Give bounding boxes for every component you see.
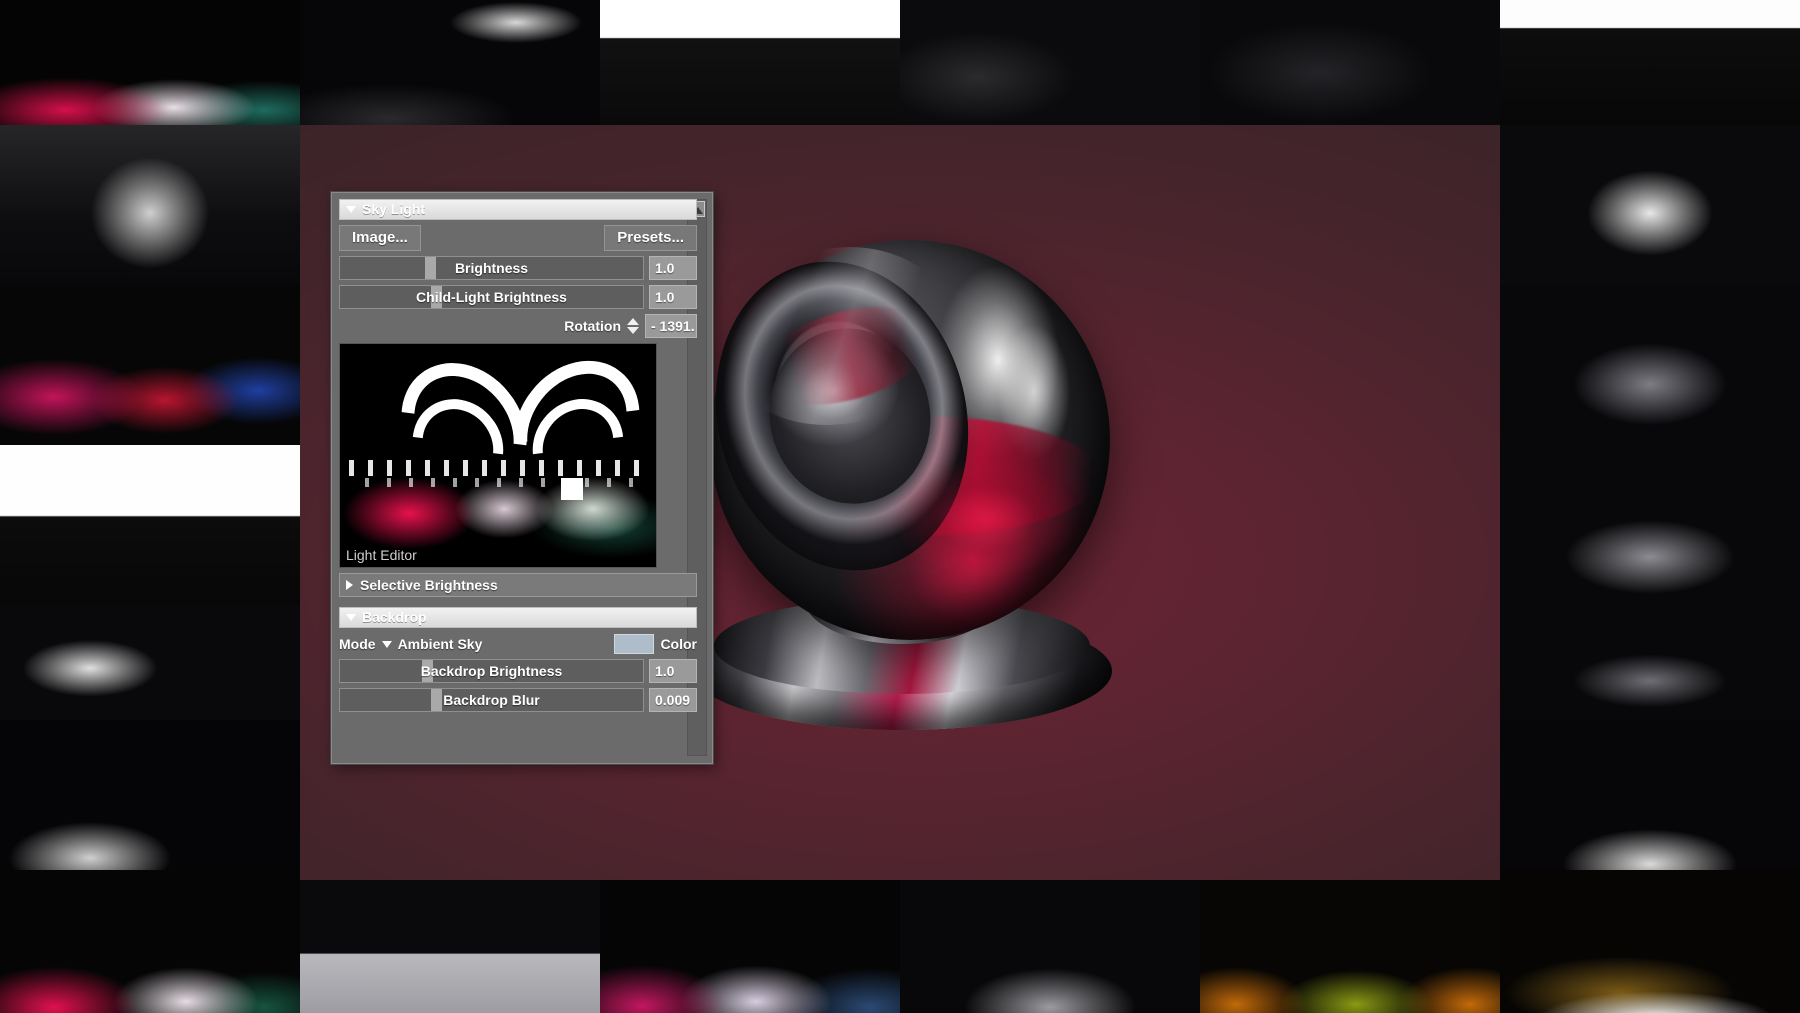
material-preview-viewport[interactable]: Sky Light Image... Presets... Brightness [300,125,1500,880]
child-light-brightness-slider[interactable]: Child-Light Brightness [339,285,644,309]
hdri-thumbnail[interactable] [900,870,1200,1013]
sky-light-properties-panel[interactable]: Sky Light Image... Presets... Brightness [331,192,713,764]
image-button[interactable]: Image... [339,225,421,251]
child-light-brightness-row: Child-Light Brightness 1.0 [339,285,697,309]
light-editor-preview[interactable]: Light Editor [339,343,657,568]
hdri-thumbnail[interactable] [1500,605,1800,720]
brightness-value[interactable]: 1.0 [649,256,697,280]
rotation-spinner[interactable] [627,318,639,334]
backdrop-blur-value[interactable]: 0.009 [649,688,697,712]
sky-light-title: Sky Light [362,201,426,217]
hdri-thumbnail[interactable] [0,125,300,285]
rotation-value[interactable]: - 1391. [645,314,697,338]
hdri-thumbnail[interactable] [300,0,600,125]
app-window: Sky Light Image... Presets... Brightness [0,0,1800,1013]
hdri-thumbnail[interactable] [1500,870,1800,1013]
backdrop-brightness-slider[interactable]: Backdrop Brightness [339,659,644,683]
triangle-down-icon[interactable] [627,327,639,334]
backdrop-color-swatch[interactable] [614,634,655,654]
backdrop-section-header[interactable]: Backdrop [339,607,697,628]
selective-brightness-section[interactable]: Selective Brightness [339,573,697,597]
child-light-brightness-label: Child-Light Brightness [416,289,567,305]
sky-light-section-header[interactable]: Sky Light [339,199,697,220]
backdrop-blur-label: Backdrop Blur [443,692,540,708]
presets-button[interactable]: Presets... [604,225,697,251]
material-preview-sphere [683,229,1110,640]
mode-value[interactable]: Ambient Sky [398,636,483,652]
hdri-thumbnail[interactable] [1200,0,1500,125]
image-presets-row: Image... Presets... [339,225,697,251]
triangle-down-icon [346,206,356,213]
child-light-brightness-value[interactable]: 1.0 [649,285,697,309]
backdrop-brightness-row: Backdrop Brightness 1.0 [339,659,697,683]
backdrop-brightness-label: Backdrop Brightness [420,663,563,679]
hdri-thumbnail[interactable] [1500,445,1800,605]
hdri-thumbnail[interactable] [1500,720,1800,870]
hdri-thumbnail[interactable] [0,285,300,445]
backdrop-brightness-value[interactable]: 1.0 [649,659,697,683]
slider-handle[interactable] [430,689,442,711]
hdri-thumbnail[interactable] [1500,285,1800,445]
hdri-thumbnail[interactable] [900,0,1200,125]
rotation-label: Rotation [564,318,621,334]
selective-brightness-label: Selective Brightness [360,577,498,593]
brightness-row: Brightness 1.0 [339,256,697,280]
slider-handle[interactable] [424,257,436,279]
backdrop-blur-row: Backdrop Blur 0.009 [339,688,697,712]
backdrop-title: Backdrop [362,609,427,625]
light-editor-caption: Light Editor [346,547,417,563]
hdri-thumbnail[interactable] [600,0,900,125]
hdri-thumbnail[interactable] [0,445,300,605]
triangle-up-icon[interactable] [627,318,639,325]
hdri-thumbnail[interactable] [1500,0,1800,125]
rotation-row: Rotation - 1391. [339,314,697,338]
triangle-down-icon[interactable] [381,640,392,648]
hdri-thumbnail[interactable] [0,870,300,1013]
hdri-thumbnail[interactable] [1500,125,1800,285]
hdri-thumbnail[interactable] [0,0,300,125]
hdri-thumbnail[interactable] [600,870,900,1013]
triangle-right-icon [346,580,353,590]
brightness-slider[interactable]: Brightness [339,256,644,280]
brightness-label: Brightness [454,260,529,276]
hdri-thumbnail[interactable] [300,870,600,1013]
backdrop-blur-slider[interactable]: Backdrop Blur [339,688,644,712]
hdri-thumbnail[interactable] [1200,870,1500,1013]
mode-label: Mode [339,636,376,652]
hdri-thumbnail[interactable] [0,605,300,720]
backdrop-mode-row: Mode Ambient Sky Color [339,634,697,654]
color-label: Color [660,636,697,652]
triangle-down-icon [346,614,356,621]
hdri-thumbnail[interactable] [0,720,300,870]
